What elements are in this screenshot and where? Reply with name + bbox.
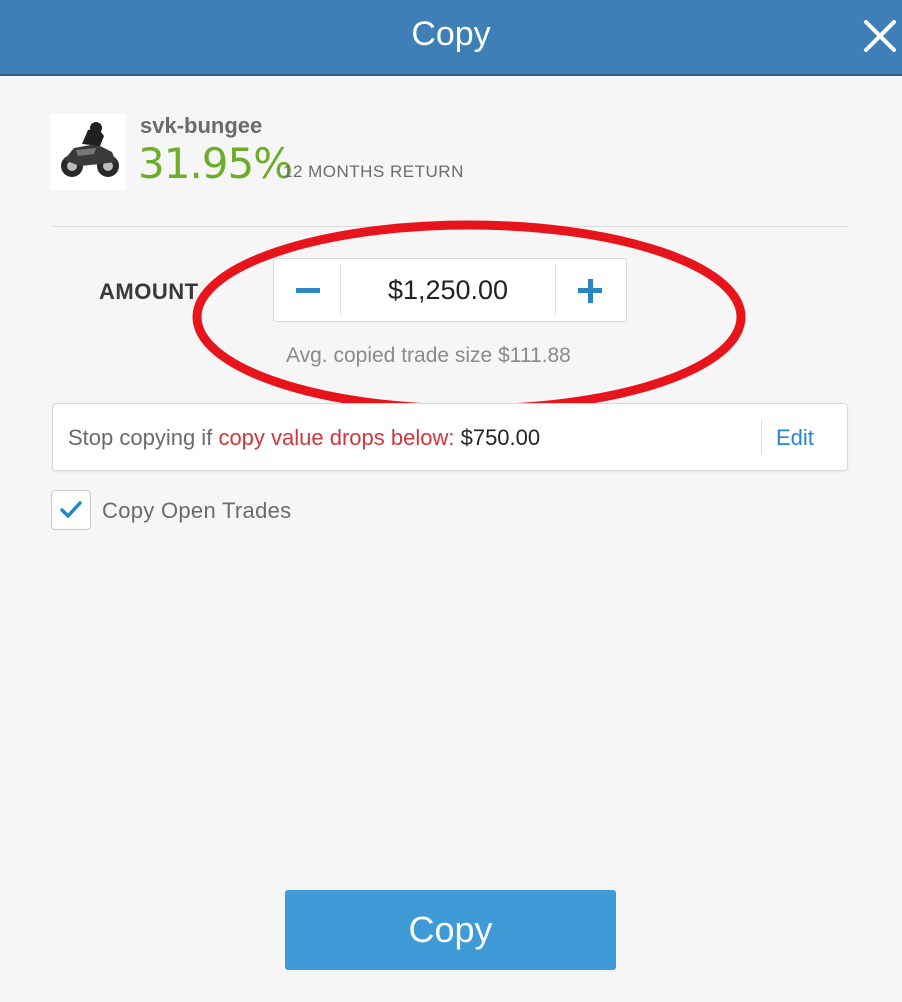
close-icon [864,20,896,52]
section-divider [52,226,848,227]
copy-open-trades-checkbox[interactable] [51,490,91,530]
trader-avatar [50,114,126,190]
decrease-amount-button[interactable] [274,259,340,321]
checkmark-icon [60,501,82,518]
stop-loss-panel: Stop copying if copy value drops below: … [52,403,848,471]
return-period-label: 12 MONTHS RETURN [283,162,464,181]
trader-username[interactable]: svk-bungee [140,112,262,140]
amount-input[interactable]: $1,250.00 [341,259,555,321]
increase-amount-button[interactable] [556,259,626,321]
avg-trade-size: Avg. copied trade size $111.88 [286,344,571,367]
copy-button[interactable]: Copy [285,890,616,970]
stop-loss-condition: copy value drops below: [218,425,455,450]
edit-divider [761,420,762,454]
amount-label: AMOUNT [99,279,199,304]
stop-loss-value: $750.00 [460,425,541,450]
copy-open-trades-label[interactable]: Copy Open Trades [102,497,291,525]
dialog-header: Copy [0,0,902,76]
edit-stop-loss-link[interactable]: Edit [776,424,814,452]
amount-stepper: $1,250.00 [273,258,627,322]
close-button[interactable] [858,14,902,58]
stop-loss-prefix: Stop copying if [68,425,213,450]
minus-icon [296,288,320,293]
dialog-title: Copy [411,15,491,53]
stop-loss-text: Stop copying if copy value drops below: … [68,424,540,452]
return-percentage: 31.95% [138,139,293,188]
motorcycle-icon [50,114,126,190]
